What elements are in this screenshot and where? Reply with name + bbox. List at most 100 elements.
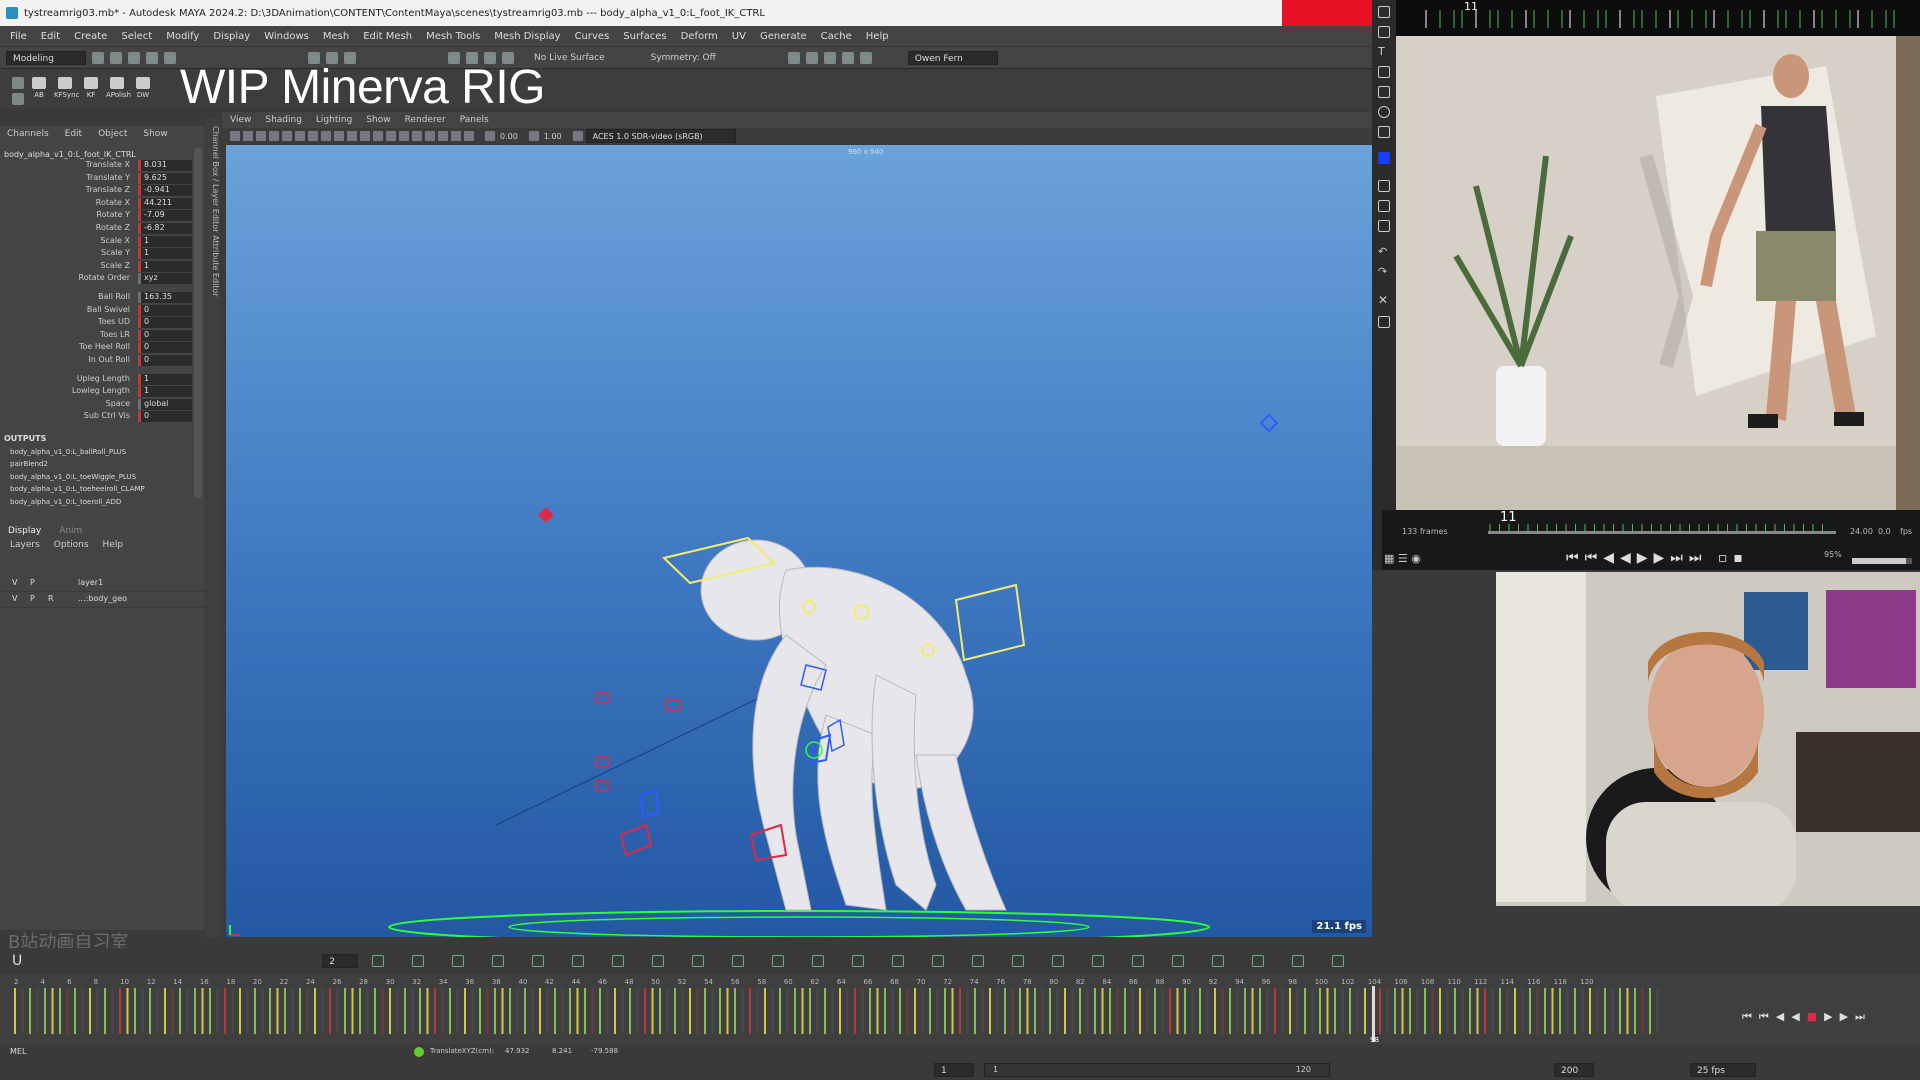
attribute-value-field[interactable]: 0: [138, 329, 192, 341]
exposure-icon[interactable]: [485, 131, 495, 141]
shelf-left-icon[interactable]: [12, 77, 24, 89]
safe-action-icon[interactable]: [347, 131, 357, 141]
shelf-button-kf[interactable]: KF: [80, 77, 102, 103]
attribute-value-field[interactable]: xyz: [138, 273, 192, 285]
reference-scrubber[interactable]: 11: [1396, 0, 1920, 36]
shelf-button-dw[interactable]: DW: [132, 77, 154, 103]
region-icon[interactable]: [492, 955, 505, 967]
tab-anim[interactable]: Anim: [59, 526, 82, 536]
viewport-menu-panels[interactable]: Panels: [460, 115, 489, 125]
menu-uv[interactable]: UV: [732, 31, 746, 42]
linear-tangent-icon[interactable]: [652, 955, 665, 967]
layer-row[interactable]: V Player1: [0, 576, 205, 592]
attribute-value-field[interactable]: -0.941: [138, 185, 192, 197]
buffer-curve-icon[interactable]: [932, 955, 945, 967]
viewport-menu-lighting[interactable]: Lighting: [316, 115, 352, 125]
record-key-icon[interactable]: ■: [1807, 1010, 1824, 1023]
channel-box-scrollbar[interactable]: [194, 148, 202, 498]
auto-tangent-icon[interactable]: [572, 955, 585, 967]
gamma-icon[interactable]: [528, 131, 539, 141]
output-node[interactable]: pairBlend2: [10, 460, 48, 468]
camera-attributes-icon[interactable]: [243, 131, 253, 141]
user-account-select[interactable]: Owen Fern: [907, 50, 998, 65]
menu-edit[interactable]: Edit: [41, 31, 60, 42]
attribute-row[interactable]: Ball Swivel 0: [0, 304, 192, 317]
copy-icon[interactable]: [1378, 200, 1390, 212]
fps-select[interactable]: 25 fps: [1690, 1063, 1756, 1077]
attribute-row[interactable]: Toe Heel Roll 0: [0, 342, 192, 354]
shelf-settings-icon[interactable]: [12, 93, 24, 105]
attribute-row[interactable]: Rotate Z -6.82: [0, 223, 192, 235]
field-chart-icon[interactable]: [334, 131, 344, 141]
layer-toggle-v[interactable]: V: [12, 594, 17, 603]
xray-joints-icon[interactable]: [451, 131, 461, 141]
output-node[interactable]: body_alpha_v1_0:L_toeheelroll_CLAMP: [10, 485, 145, 493]
attribute-value-field[interactable]: 0: [138, 411, 192, 423]
output-node[interactable]: body_alpha_v1_0:L_ballRoll_PLUS: [10, 448, 126, 456]
menu-mesh[interactable]: Mesh: [323, 31, 349, 42]
stamp-icon[interactable]: [1378, 220, 1390, 232]
ref-rate[interactable]: 24.00: [1850, 527, 1873, 536]
attribute-row[interactable]: Upleg Length 1: [0, 373, 192, 386]
window-close-button[interactable]: [1282, 0, 1372, 26]
gamma-value[interactable]: 1.00: [544, 132, 562, 141]
3d-viewport[interactable]: 960 x 540 21.1 fps: [226, 145, 1372, 937]
film-gate-icon[interactable]: [295, 131, 305, 141]
channel-menu-channels[interactable]: Channels: [7, 129, 49, 139]
attribute-row[interactable]: Translate Y 9.625: [0, 172, 192, 185]
retime-icon[interactable]: [532, 955, 545, 967]
menu-deform[interactable]: Deform: [681, 31, 718, 42]
menu-edit-mesh[interactable]: Edit Mesh: [363, 31, 412, 42]
ambient-occlusion-icon[interactable]: [425, 131, 435, 141]
attribute-value-field[interactable]: 0: [138, 317, 192, 329]
menu-modify[interactable]: Modify: [166, 31, 199, 42]
layer-name[interactable]: layer1: [78, 578, 103, 587]
curve-filter-icon[interactable]: [1132, 955, 1145, 967]
menu-select[interactable]: Select: [121, 31, 152, 42]
menu-curves[interactable]: Curves: [575, 31, 610, 42]
attribute-value-field[interactable]: 1: [138, 373, 192, 385]
menu-cache[interactable]: Cache: [821, 31, 852, 42]
viewport-menu-renderer[interactable]: Renderer: [405, 115, 446, 125]
layer-toggle-p[interactable]: P: [30, 578, 35, 587]
attribute-row[interactable]: Translate X 8.031: [0, 160, 192, 172]
attribute-value-field[interactable]: 0: [138, 304, 192, 316]
viewport-menu-view[interactable]: View: [230, 115, 251, 125]
menu-mesh-tools[interactable]: Mesh Tools: [426, 31, 480, 42]
attribute-value-field[interactable]: 44.211: [138, 197, 192, 209]
menu-mesh-display[interactable]: Mesh Display: [494, 31, 560, 42]
undo-icon[interactable]: [146, 51, 158, 64]
color-management-icon[interactable]: [572, 131, 583, 141]
shelf-button-kfsync[interactable]: KFSync: [54, 77, 79, 103]
attribute-value-field[interactable]: 0: [138, 355, 192, 366]
time-slider[interactable]: 2 4 6 8 10 12 14 16 18 20 22 24 26 28 30 32 34 36 38 40 42 44…: [0, 974, 1680, 1044]
menu-create[interactable]: Create: [74, 31, 107, 42]
textured-icon[interactable]: [386, 131, 396, 141]
render-frame-icon[interactable]: [805, 51, 818, 64]
isolate-select-icon[interactable]: [464, 131, 474, 141]
euler-filter-icon[interactable]: [1172, 955, 1185, 967]
ref-transport[interactable]: ⏮⏮◀◀▶▶⏭⏭ ▫▪: [1566, 550, 1749, 566]
exposure-value[interactable]: 0.00: [500, 132, 518, 141]
attribute-value-field[interactable]: 8.031: [138, 160, 192, 171]
layer-toggle-v[interactable]: V: [12, 578, 17, 587]
resolution-gate-icon[interactable]: [308, 131, 318, 141]
output-node[interactable]: body_alpha_v1_0:L_toeroll_ADD: [10, 498, 121, 506]
options-menu[interactable]: Options: [54, 540, 89, 550]
end-frame-field[interactable]: 200: [1554, 1063, 1594, 1077]
shelf-button-apolish[interactable]: APolish: [106, 77, 131, 103]
layer-row[interactable]: V P R ...:body_geo: [0, 592, 205, 608]
viewport-menu-show[interactable]: Show: [366, 115, 390, 125]
break-tangent-icon[interactable]: [852, 955, 865, 967]
move-key-icon[interactable]: [372, 955, 385, 967]
attribute-row[interactable]: Space global: [0, 398, 192, 411]
frame-step-field[interactable]: 2: [322, 954, 359, 968]
menu-file[interactable]: File: [10, 31, 27, 42]
viewport-menu-shading[interactable]: Shading: [265, 115, 302, 125]
output-node[interactable]: body_alpha_v1_0:L_toeWiggle_PLUS: [10, 473, 136, 481]
menu-generate[interactable]: Generate: [760, 31, 807, 42]
swap-buffer-icon[interactable]: [972, 955, 985, 967]
step-tangent-icon[interactable]: [732, 955, 745, 967]
attribute-value-field[interactable]: 9.625: [138, 172, 192, 184]
layer-tool-icon[interactable]: [1378, 180, 1390, 192]
